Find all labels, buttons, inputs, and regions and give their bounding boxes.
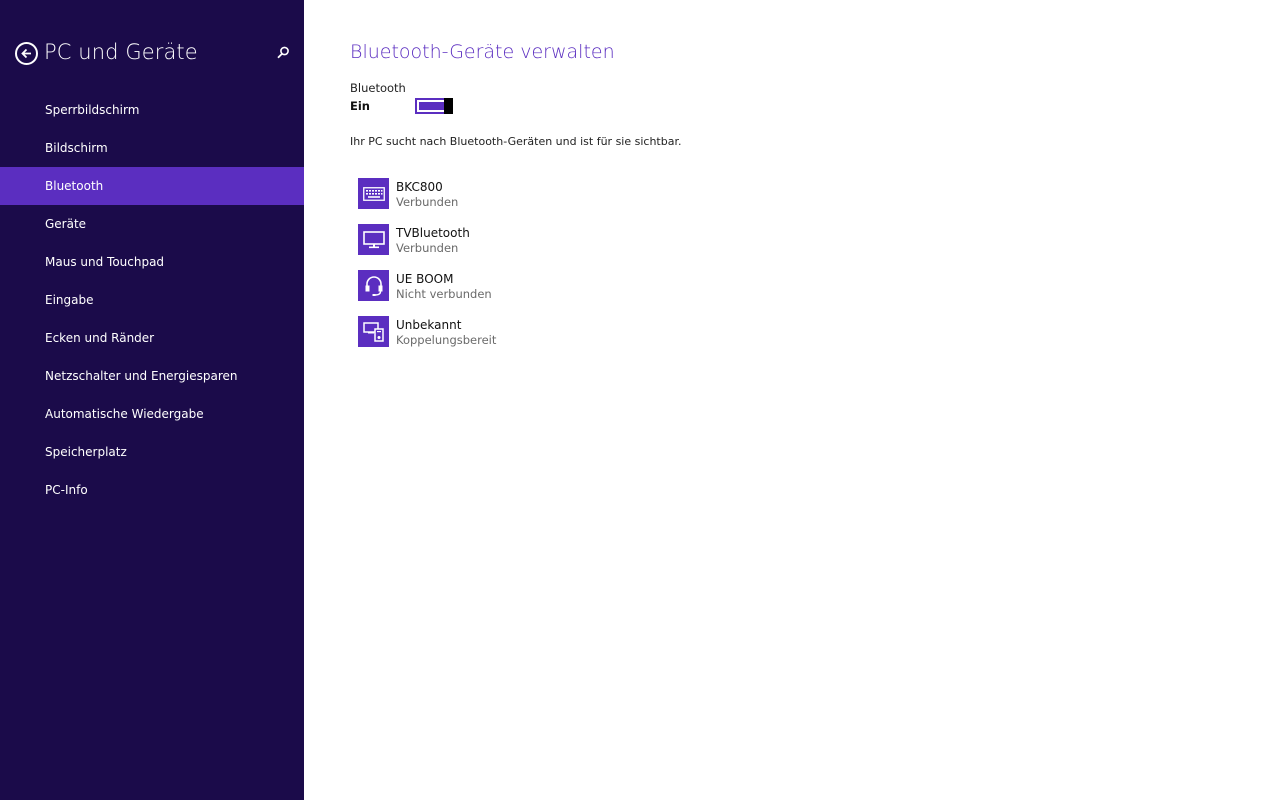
device-item[interactable]: BKC800 Verbunden [358, 178, 658, 224]
device-list: BKC800 Verbunden TVBluetooth Verbunden U… [358, 178, 658, 362]
sidebar-nav: Sperrbildschirm Bildschirm Bluetooth Ger… [0, 91, 304, 509]
sidebar-item-eingabe[interactable]: Eingabe [0, 281, 304, 319]
bluetooth-description: Ihr PC sucht nach Bluetooth-Geräten und … [350, 135, 682, 148]
device-name: BKC800 [396, 180, 443, 194]
sidebar-item-maus-touchpad[interactable]: Maus und Touchpad [0, 243, 304, 281]
device-status: Verbunden [396, 195, 459, 209]
search-button[interactable] [275, 45, 291, 61]
keyboard-icon [358, 178, 389, 209]
sidebar-item-ecken-raender[interactable]: Ecken und Ränder [0, 319, 304, 357]
back-arrow-icon [21, 48, 31, 59]
sidebar-header: PC und Geräte [0, 0, 304, 90]
bluetooth-label: Bluetooth [350, 81, 406, 95]
devices-icon [358, 316, 389, 347]
device-name: TVBluetooth [396, 226, 470, 240]
headset-icon [358, 270, 389, 301]
sidebar-item-speicherplatz[interactable]: Speicherplatz [0, 433, 304, 471]
sidebar-item-geraete[interactable]: Geräte [0, 205, 304, 243]
device-status: Verbunden [396, 241, 459, 255]
sidebar-item-sperrbildschirm[interactable]: Sperrbildschirm [0, 91, 304, 129]
bluetooth-toggle[interactable] [415, 98, 453, 114]
device-status: Koppelungsbereit [396, 333, 497, 347]
sidebar-item-autoplay[interactable]: Automatische Wiedergabe [0, 395, 304, 433]
sidebar-item-bluetooth[interactable]: Bluetooth [0, 167, 304, 205]
bluetooth-state: Ein [350, 99, 370, 113]
device-item[interactable]: TVBluetooth Verbunden [358, 224, 658, 270]
sidebar-item-bildschirm[interactable]: Bildschirm [0, 129, 304, 167]
monitor-icon [358, 224, 389, 255]
sidebar: PC und Geräte Sperrbildschirm Bildschirm… [0, 0, 304, 800]
sidebar-title: PC und Geräte [44, 40, 198, 64]
toggle-fill [419, 102, 444, 110]
device-status: Nicht verbunden [396, 287, 492, 301]
toggle-thumb[interactable] [444, 98, 453, 114]
device-name: Unbekannt [396, 318, 462, 332]
device-item[interactable]: Unbekannt Koppelungsbereit [358, 316, 658, 362]
page-title: Bluetooth-Geräte verwalten [350, 41, 615, 63]
search-icon [277, 46, 289, 59]
device-name: UE BOOM [396, 272, 454, 286]
sidebar-item-netzschalter[interactable]: Netzschalter und Energiesparen [0, 357, 304, 395]
sidebar-item-pc-info[interactable]: PC-Info [0, 471, 304, 509]
back-button[interactable] [15, 42, 38, 65]
device-item[interactable]: UE BOOM Nicht verbunden [358, 270, 658, 316]
